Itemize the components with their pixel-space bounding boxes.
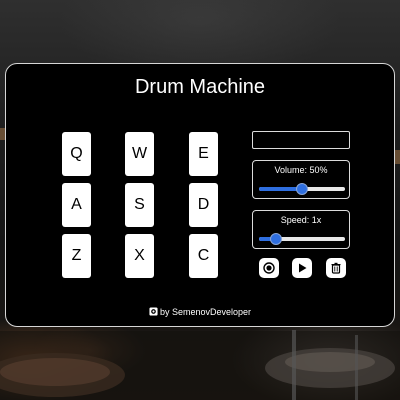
drum-machine-panel: Drum Machine Q W E A S D Z X C Volume: 5…	[5, 63, 395, 327]
footer-credit[interactable]: by SemenovDeveloper	[6, 307, 394, 317]
drum-pad-c[interactable]: C	[189, 234, 218, 278]
sound-display	[252, 131, 350, 149]
speed-slider[interactable]	[259, 233, 345, 245]
clear-button[interactable]	[326, 258, 346, 278]
speed-label: Speed: 1x	[280, 215, 322, 225]
record-button[interactable]	[259, 258, 279, 278]
play-button[interactable]	[292, 258, 312, 278]
volume-label: Volume: 50%	[274, 165, 328, 175]
volume-control: Volume: 50%	[252, 160, 350, 199]
volume-slider[interactable]	[259, 183, 345, 195]
record-icon	[263, 262, 275, 274]
play-icon	[299, 263, 307, 273]
drum-pad-d[interactable]: D	[189, 183, 218, 227]
app-title: Drum Machine	[134, 76, 266, 98]
drum-pad-q[interactable]: Q	[62, 132, 91, 176]
drum-pad-a[interactable]: A	[62, 183, 91, 227]
footer-credit-text: by SemenovDeveloper	[159, 307, 252, 317]
speed-control: Speed: 1x	[252, 210, 350, 249]
drum-pad-e[interactable]: E	[189, 132, 218, 176]
drum-pad-z[interactable]: Z	[62, 234, 91, 278]
speed-slider-thumb[interactable]	[270, 233, 283, 245]
github-icon	[149, 307, 158, 316]
drum-pad-w[interactable]: W	[125, 132, 154, 176]
drum-pad-x[interactable]: X	[125, 234, 154, 278]
trash-icon	[331, 262, 341, 274]
drum-pad-s[interactable]: S	[125, 183, 154, 227]
volume-slider-thumb[interactable]	[296, 183, 308, 195]
